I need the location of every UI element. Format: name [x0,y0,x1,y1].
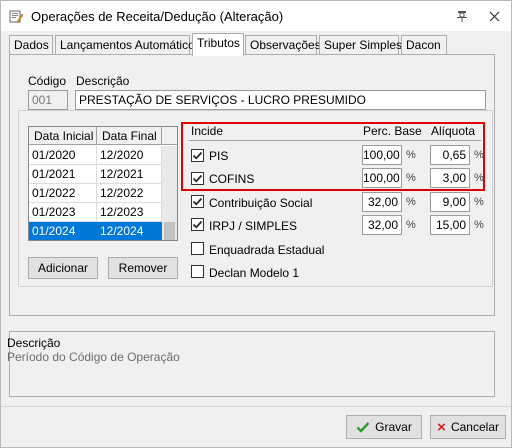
tab-label: Observações [250,38,321,52]
checkmark-icon [192,197,203,206]
app-icon [9,10,23,23]
percent-sign: % [406,219,416,231]
cell-data-final: 12/2021 [97,165,162,184]
declan-modelo-1-label: Declan Modelo 1 [209,266,300,280]
cell-data-inicial: 01/2020 [29,146,97,165]
check-icon [356,422,370,433]
grid-scrollbar[interactable] [162,146,177,240]
tab-label: Super Simples [324,38,403,52]
contribuicao-social-perc-base-field[interactable]: 32,00 [362,192,402,212]
tab-strip: Dados Lançamentos Automáticos Tributos O… [9,33,499,56]
footer-descricao-text: Período do Código de Operação [7,350,180,364]
table-row-selected[interactable]: 01/2024 12/2024 [29,222,162,240]
irpj-simples-perc-base-field[interactable]: 32,00 [362,215,402,235]
scrollbar-thumb[interactable] [164,222,175,240]
cell-data-final: 12/2023 [97,203,162,222]
tab-dados[interactable]: Dados [9,35,53,55]
cell-data-final: 12/2024 [97,222,162,240]
title-bar: Operações de Receita/Dedução (Alteração) [1,1,511,31]
table-row[interactable]: 01/2021 12/2021 [29,165,162,184]
footer-descricao-label: Descrição [7,336,61,350]
contribuicao-social-aliquota-field[interactable]: 9,00 [430,192,470,212]
cell-data-inicial: 01/2022 [29,184,97,203]
tab-super-simples[interactable]: Super Simples [319,35,403,55]
cofins-aliquota-field[interactable]: 3,00 [430,168,470,188]
percent-sign: % [474,172,484,184]
pis-perc-base-field[interactable]: 100,00 [362,145,402,165]
cell-data-inicial: 01/2024 [29,222,97,240]
cell-data-inicial: 01/2023 [29,203,97,222]
gravar-label: Gravar [375,420,412,434]
enquadrada-estadual-label: Enquadrada Estadual [209,243,325,257]
descricao-field[interactable]: PRESTAÇÃO DE SERVIÇOS - LUCRO PRESUMIDO [75,90,486,110]
table-row[interactable]: 01/2022 12/2022 [29,184,162,203]
descricao-label: Descrição [76,74,130,88]
percent-sign: % [474,219,484,231]
tab-label: Dados [14,38,49,52]
cell-data-final: 12/2022 [97,184,162,203]
header-divider [189,140,481,141]
checkmark-icon [192,220,203,229]
close-button[interactable] [485,7,503,25]
description-panel [9,331,495,397]
contribuicao-social-checkbox[interactable] [191,195,204,208]
col-perc-base: Perc. Base [363,124,422,138]
grid-header: Data Inicial Data Final [29,127,177,145]
contribuicao-social-label: Contribuição Social [209,196,313,210]
remover-button[interactable]: Remover [108,257,178,279]
tab-tributos[interactable]: Tributos [192,33,244,56]
remover-label: Remover [118,261,168,275]
percent-sign: % [406,149,416,161]
col-data-final[interactable]: Data Final [97,127,162,145]
cell-data-final: 12/2020 [97,146,162,165]
cofins-label: COFINS [209,172,255,186]
cancelar-label: Cancelar [450,420,499,434]
codigo-label: Código [28,74,67,88]
cofins-perc-base-field[interactable]: 100,00 [362,168,402,188]
codigo-field: 001 [28,90,68,110]
percent-sign: % [406,172,416,184]
tab-label: Lançamentos Automáticos [60,38,201,52]
pin-button[interactable] [453,7,471,25]
tab-label: Tributos [197,36,240,50]
irpj-simples-label: IRPJ / SIMPLES [209,219,298,233]
percent-sign: % [474,196,484,208]
cancelar-button[interactable]: Cancelar [430,415,506,439]
tab-dacon[interactable]: Dacon [401,35,447,55]
col-data-inicial[interactable]: Data Inicial [29,127,97,145]
tab-lancamentos-automaticos[interactable]: Lançamentos Automáticos [55,35,201,55]
footer-separator [1,406,511,407]
pis-aliquota-field[interactable]: 0,65 [430,145,470,165]
checkmark-icon [192,151,203,160]
grid-rows: 01/2020 12/2020 01/2021 12/2021 01/2022 … [29,146,162,240]
checkmark-icon [192,174,203,183]
periods-grid[interactable]: Data Inicial Data Final 01/2020 12/2020 … [28,126,178,241]
pin-icon [457,11,467,22]
percent-sign: % [474,149,484,161]
cofins-checkbox[interactable] [191,172,204,185]
declan-modelo-1-checkbox[interactable] [191,265,204,278]
gravar-button[interactable]: Gravar [346,415,422,439]
window-title: Operações de Receita/Dedução (Alteração) [31,9,284,24]
close-icon [489,11,499,21]
col-incide: Incide [191,124,224,138]
table-row[interactable]: 01/2023 12/2023 [29,203,162,222]
dialog-window: Operações de Receita/Dedução (Alteração)… [0,0,512,448]
tab-label: Dacon [406,38,441,52]
percent-sign: % [406,196,416,208]
cancel-x-icon [437,423,446,431]
table-row[interactable]: 01/2020 12/2020 [29,146,162,165]
adicionar-button[interactable]: Adicionar [28,257,98,279]
cell-data-inicial: 01/2021 [29,165,97,184]
irpj-simples-aliquota-field[interactable]: 15,00 [430,215,470,235]
enquadrada-estadual-checkbox[interactable] [191,242,204,255]
irpj-simples-checkbox[interactable] [191,218,204,231]
pis-checkbox[interactable] [191,149,204,162]
pis-label: PIS [209,149,229,163]
col-aliquota: Alíquota [431,124,476,138]
tab-observacoes[interactable]: Observações [245,35,321,55]
adicionar-label: Adicionar [37,261,89,275]
